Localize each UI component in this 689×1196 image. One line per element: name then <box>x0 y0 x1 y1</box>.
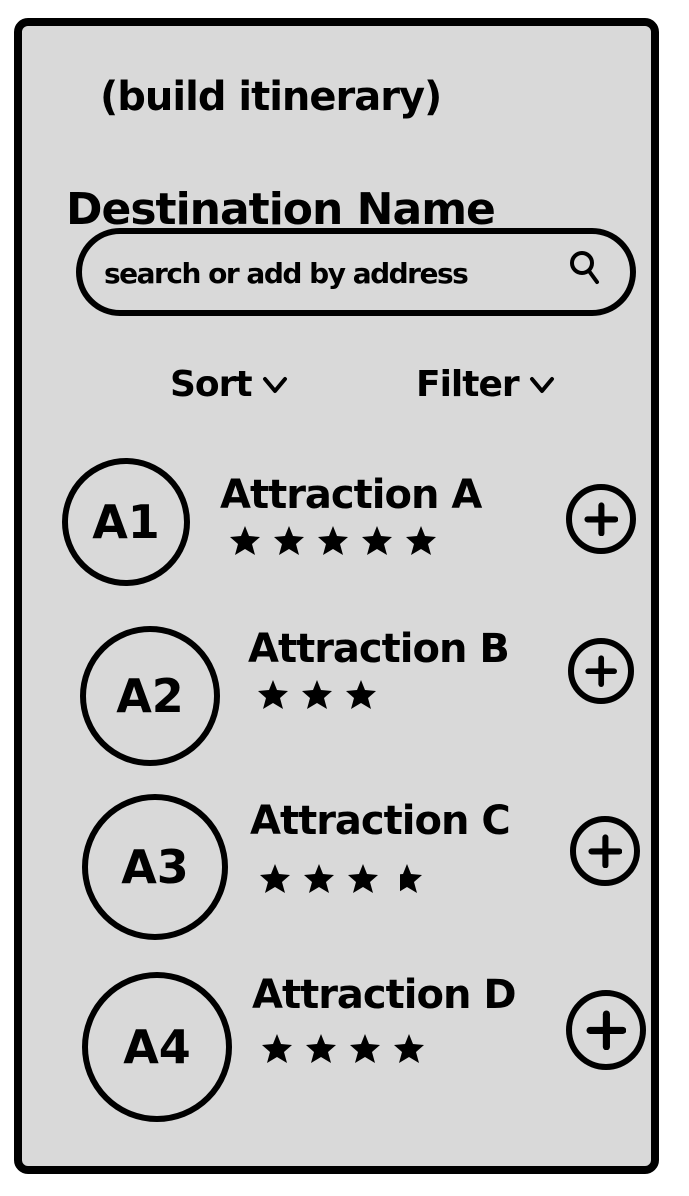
avatar: A4 <box>82 972 232 1122</box>
sort-label: Sort <box>170 364 253 405</box>
screen-frame: (build itinerary) Destination Name Sort … <box>14 18 659 1174</box>
attraction-name: Attraction D <box>252 972 517 1018</box>
star-icon <box>258 680 288 709</box>
attraction-name: Attraction B <box>248 626 510 672</box>
add-attraction-button[interactable] <box>568 638 634 704</box>
star-icon <box>348 864 378 893</box>
list-item[interactable]: A3 Attraction C <box>52 794 642 944</box>
plus-icon <box>586 1010 626 1050</box>
chevron-down-icon <box>262 376 287 393</box>
plus-icon <box>588 834 622 868</box>
star-rating <box>260 1032 426 1066</box>
search-icon[interactable] <box>568 250 600 286</box>
add-attraction-button[interactable] <box>566 484 636 554</box>
avatar: A2 <box>80 626 220 766</box>
plus-icon <box>584 502 618 536</box>
star-icon <box>350 1034 380 1063</box>
list-item[interactable]: A4 Attraction D <box>52 972 646 1122</box>
chevron-down-icon <box>529 376 554 393</box>
star-icon <box>362 526 392 555</box>
page-title: (build itinerary) <box>100 74 442 120</box>
search-bar[interactable] <box>76 228 636 316</box>
sort-dropdown[interactable]: Sort <box>170 364 288 405</box>
attraction-name: Attraction A <box>220 472 482 518</box>
star-icon <box>394 1034 424 1063</box>
star-icon <box>260 864 290 893</box>
star-icon <box>318 526 348 555</box>
list-item[interactable]: A1 Attraction A <box>52 458 642 608</box>
star-icon <box>406 526 436 555</box>
star-rating <box>228 524 438 558</box>
search-input[interactable] <box>102 248 576 298</box>
star-icon <box>230 526 260 555</box>
avatar: A1 <box>62 458 190 586</box>
star-icon <box>306 1034 336 1063</box>
star-icon <box>274 526 304 555</box>
add-attraction-button[interactable] <box>566 990 646 1070</box>
half-star-icon <box>400 864 422 893</box>
star-icon <box>304 864 334 893</box>
star-icon <box>262 1034 292 1063</box>
star-rating <box>256 678 378 712</box>
filter-dropdown[interactable]: Filter <box>416 364 555 405</box>
star-icon <box>346 680 376 709</box>
avatar: A3 <box>82 794 228 940</box>
add-attraction-button[interactable] <box>570 816 640 886</box>
attraction-name: Attraction C <box>250 798 511 844</box>
plus-icon <box>585 655 617 687</box>
list-item[interactable]: A2 Attraction B <box>52 626 642 776</box>
star-rating <box>258 862 424 896</box>
filter-label: Filter <box>416 364 520 405</box>
star-icon <box>302 680 332 709</box>
